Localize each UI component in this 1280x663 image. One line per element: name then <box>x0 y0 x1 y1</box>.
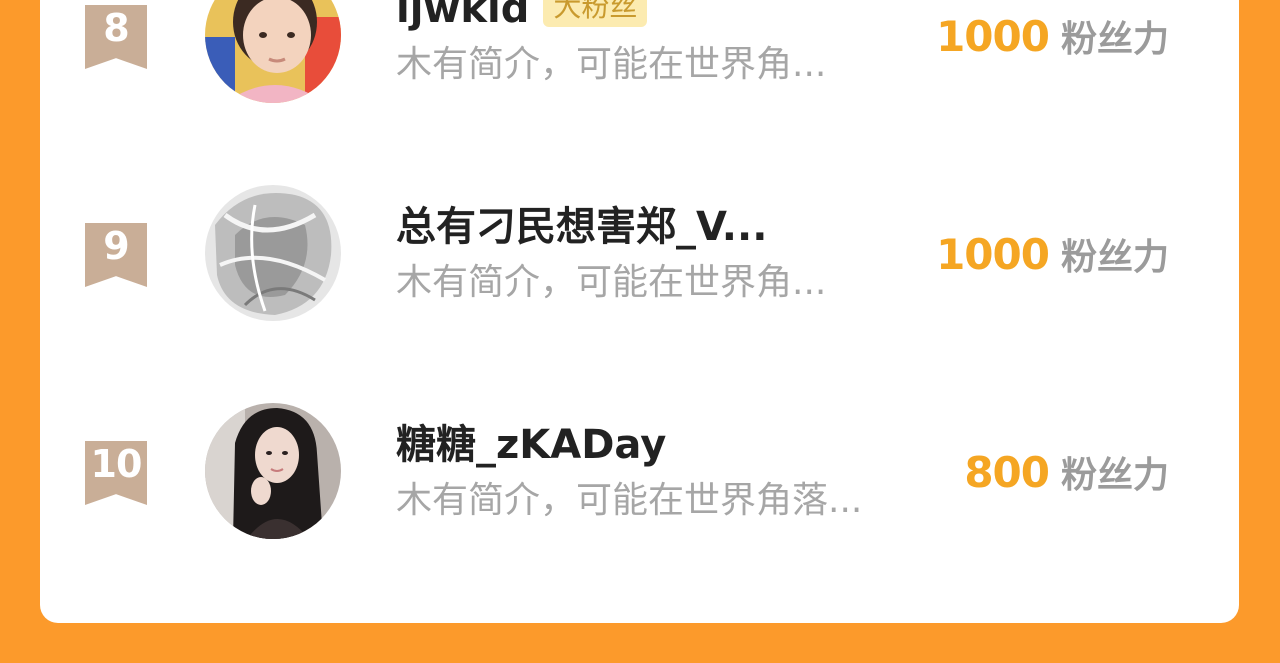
list-item[interactable]: 10 糖糖_zKADay 木有简介，可能在世界角落... 800 粉丝力 <box>40 403 1239 546</box>
list-item[interactable]: 8 ljwkid 大粉丝 木有简介，可能在世界角... 1000 粉丝力 <box>40 0 1239 110</box>
fan-level-badge: 大粉丝 <box>543 0 648 27</box>
score-value: 1000 <box>936 12 1050 61</box>
score-unit: 粉丝力 <box>1060 455 1169 496</box>
score-value: 1000 <box>936 230 1050 279</box>
user-bio: 木有简介，可能在世界角... <box>396 262 827 303</box>
user-name[interactable]: 总有刁民想害郑_V... <box>396 203 767 251</box>
fan-power-score: 800 粉丝力 <box>964 448 1169 507</box>
ranking-card: 8 ljwkid 大粉丝 木有简介，可能在世界角... 1000 粉丝力 9 总… <box>40 0 1239 623</box>
rank-number: 8 <box>103 6 129 50</box>
rank-number: 9 <box>103 224 129 268</box>
user-bio: 木有简介，可能在世界角... <box>396 44 827 85</box>
avatar[interactable] <box>205 403 341 539</box>
score-unit: 粉丝力 <box>1060 237 1169 278</box>
sketch-art-avatar-icon <box>205 185 341 321</box>
avatar[interactable] <box>205 185 341 321</box>
fan-power-score: 1000 粉丝力 <box>936 12 1169 71</box>
rank-ribbon-icon: 8 <box>85 5 147 69</box>
avatar[interactable] <box>205 0 341 103</box>
rank-number: 10 <box>90 442 143 486</box>
user-name[interactable]: ljwkid 大粉丝 <box>396 0 648 33</box>
child-photo-avatar-icon <box>205 0 341 103</box>
list-item[interactable]: 9 总有刁民想害郑_V... 木有简介，可能在世界角... 1000 粉丝力 <box>40 185 1239 328</box>
user-name[interactable]: 糖糖_zKADay <box>396 421 666 469</box>
score-value: 800 <box>964 448 1050 497</box>
fan-power-score: 1000 粉丝力 <box>936 230 1169 289</box>
rank-ribbon-icon: 10 <box>85 441 147 505</box>
user-bio: 木有简介，可能在世界角落... <box>396 480 863 521</box>
woman-photo-avatar-icon <box>205 403 341 539</box>
score-unit: 粉丝力 <box>1060 19 1169 60</box>
rank-ribbon-icon: 9 <box>85 223 147 287</box>
